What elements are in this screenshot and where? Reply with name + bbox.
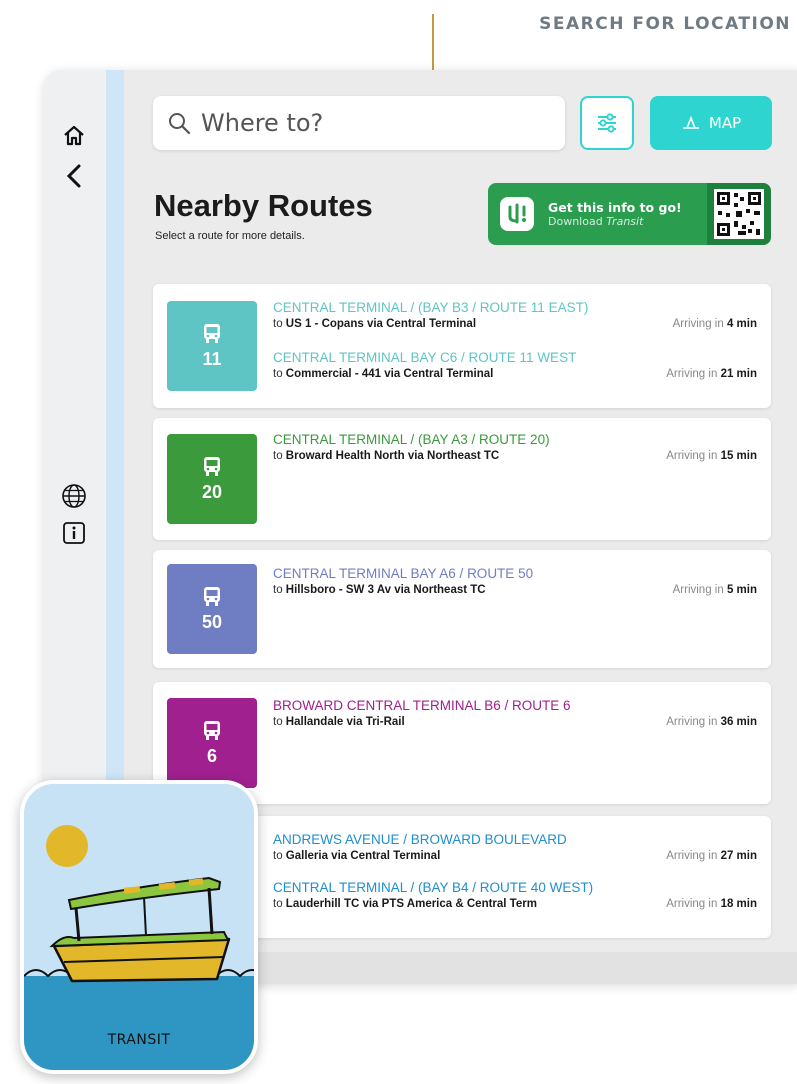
arrival-label: Arriving in	[666, 450, 718, 462]
route-number: 20	[201, 481, 223, 502]
arrival-label: Arriving in	[672, 584, 724, 596]
map-button[interactable]: MAP	[650, 96, 772, 150]
home-icon[interactable]	[58, 120, 90, 152]
route-destination: US 1 - Copans via Central Terminal	[285, 318, 477, 330]
arrival-time: 5 min	[726, 584, 757, 596]
route-destination: Broward Health North via Northeast TC	[285, 450, 500, 462]
qr-code-icon	[707, 183, 771, 245]
to-label: to	[273, 716, 283, 728]
page-subtitle: Select a route for more details.	[155, 230, 305, 242]
search-icon	[169, 113, 191, 135]
route-line[interactable]: CENTRAL TERMINAL / (BAY A3 / ROUTE 20) t…	[273, 432, 757, 462]
to-label: to	[273, 318, 283, 330]
bus-icon	[204, 586, 220, 606]
route-line[interactable]: CENTRAL TERMINAL / (BAY B3 / ROUTE 11 EA…	[273, 300, 757, 330]
route-destination: Commercial - 441 via Central Terminal	[285, 368, 494, 380]
route-badge: 20	[167, 434, 257, 524]
arrival-time: 27 min	[720, 850, 757, 862]
route-line[interactable]: CENTRAL TERMINAL BAY C6 / ROUTE 11 WEST …	[273, 350, 757, 380]
route-line-title: ANDREWS AVENUE / BROWARD BOULEVARD	[273, 832, 567, 847]
app-icon-label: TRANSIT	[107, 1032, 171, 1048]
transit-logo-icon	[500, 197, 534, 231]
to-label: to	[273, 368, 283, 380]
route-destination: Lauderhill TC via PTS America & Central …	[285, 898, 537, 910]
search-placeholder: Where to?	[201, 109, 324, 137]
map-icon	[682, 116, 699, 129]
route-card-20[interactable]: 20 CENTRAL TERMINAL / (BAY A3 / ROUTE 20…	[153, 418, 771, 540]
arrival-label: Arriving in	[666, 716, 718, 728]
route-line-title: CENTRAL TERMINAL / (BAY A3 / ROUTE 20)	[273, 432, 550, 447]
arrival-label: Arriving in	[666, 850, 718, 862]
route-destination: Hillsboro - SW 3 Av via Northeast TC	[285, 584, 486, 596]
filter-button[interactable]	[580, 96, 634, 150]
arrival-label: Arriving in	[672, 318, 724, 330]
arrival-label: Arriving in	[666, 368, 718, 380]
boat-illustration	[24, 784, 254, 1070]
route-line[interactable]: CENTRAL TERMINAL / (BAY B4 / ROUTE 40 WE…	[273, 880, 757, 910]
bus-icon	[204, 456, 220, 476]
transit-app-icon: TRANSIT	[20, 780, 258, 1074]
route-badge: 6	[167, 698, 257, 788]
globe-icon[interactable]	[58, 480, 90, 512]
to-label: to	[273, 898, 283, 910]
route-line-title: CENTRAL TERMINAL / (BAY B4 / ROUTE 40 WE…	[273, 880, 594, 895]
route-badge: 11	[167, 301, 257, 391]
arrival-time: 15 min	[720, 450, 757, 462]
arrival-time: 21 min	[720, 368, 757, 380]
arrival-label: Arriving in	[666, 898, 718, 910]
route-card-11[interactable]: 11 CENTRAL TERMINAL / (BAY B3 / ROUTE 11…	[153, 284, 771, 408]
route-line-title: CENTRAL TERMINAL BAY A6 / ROUTE 50	[273, 566, 534, 581]
search-input[interactable]: Where to?	[153, 96, 565, 150]
page-title: Nearby Routes	[154, 188, 373, 223]
arrival-time: 18 min	[720, 898, 757, 910]
route-line[interactable]: CENTRAL TERMINAL BAY A6 / ROUTE 50 to Hi…	[273, 566, 757, 596]
route-destination: Galleria via Central Terminal	[285, 850, 441, 862]
route-line-title: BROWARD CENTRAL TERMINAL B6 / ROUTE 6	[273, 698, 571, 713]
to-label: to	[273, 584, 283, 596]
route-line[interactable]: BROWARD CENTRAL TERMINAL B6 / ROUTE 6 to…	[273, 698, 757, 728]
to-label: to	[273, 850, 283, 862]
chevron-left-icon[interactable]	[58, 160, 90, 192]
promo-subtitle-brand: Transit	[606, 215, 644, 228]
route-number: 6	[206, 745, 217, 766]
route-badge: 50	[167, 564, 257, 654]
route-line[interactable]: ANDREWS AVENUE / BROWARD BOULEVARD to Ga…	[273, 832, 757, 862]
download-transit-banner[interactable]: Get this info to go! Download Transit	[488, 183, 771, 245]
route-destination: Hallandale via Tri-Rail	[285, 716, 405, 728]
arrival-time: 4 min	[726, 318, 757, 330]
promo-title: Get this info to go!	[548, 200, 682, 215]
promo-subtitle-prefix: Download	[548, 215, 603, 228]
sliders-icon	[598, 113, 616, 133]
bus-icon	[204, 720, 220, 740]
route-line-title: CENTRAL TERMINAL BAY C6 / ROUTE 11 WEST	[273, 350, 577, 365]
callout-label: SEARCH FOR LOCATION	[539, 14, 791, 34]
route-line-title: CENTRAL TERMINAL / (BAY B3 / ROUTE 11 EA…	[273, 300, 589, 315]
arrival-time: 36 min	[720, 716, 757, 728]
map-button-label: MAP	[708, 114, 742, 132]
route-card-50[interactable]: 50 CENTRAL TERMINAL BAY A6 / ROUTE 50 to…	[153, 550, 771, 668]
to-label: to	[273, 450, 283, 462]
route-number: 50	[201, 611, 223, 632]
bus-icon	[204, 323, 220, 343]
route-number: 11	[202, 348, 222, 369]
info-icon[interactable]	[58, 517, 90, 549]
